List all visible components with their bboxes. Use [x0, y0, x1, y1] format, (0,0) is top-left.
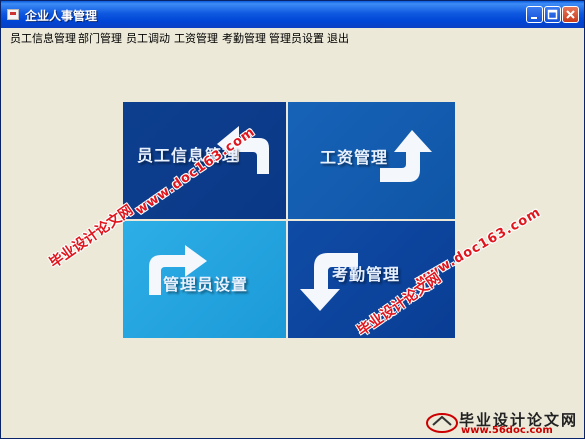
close-icon: [566, 10, 575, 19]
main-window: 企业人事管理 员工信息管理 部门管理 员工调动 工资管理 考勤管理 管理员设置 …: [0, 0, 585, 439]
app-icon[interactable]: [7, 9, 19, 20]
tile-label: 考勤管理: [332, 265, 401, 284]
menu-exit[interactable]: 退出: [327, 30, 349, 46]
tile-label: 工资管理: [320, 148, 389, 167]
window-title: 企业人事管理: [25, 9, 98, 23]
tile-label: 管理员设置: [163, 275, 249, 294]
corner-watermark-url: www.56doc.com: [461, 425, 553, 436]
menu-salary[interactable]: 工资管理: [174, 30, 218, 46]
tile-salary[interactable]: 工资管理: [288, 102, 455, 219]
menu-department[interactable]: 部门管理: [78, 30, 122, 46]
title-bar[interactable]: 企业人事管理: [1, 1, 584, 28]
menu-admin-settings[interactable]: 管理员设置: [269, 30, 324, 46]
maximize-icon: [547, 9, 558, 20]
menu-employee-transfer[interactable]: 员工调动: [126, 30, 170, 46]
minimize-icon: [531, 17, 537, 19]
menu-employee-info[interactable]: 员工信息管理: [10, 30, 76, 46]
logo-icon: [426, 413, 458, 433]
maximize-button[interactable]: [544, 6, 561, 23]
corner-watermark-logo: 毕业设计论文网 www.56doc.com: [423, 409, 583, 437]
close-button[interactable]: [562, 6, 579, 23]
menu-bar: 员工信息管理 部门管理 员工调动 工资管理 考勤管理 管理员设置 退出: [2, 28, 583, 46]
client-area: 员工信息管理 工资管理 管理员设置 考勤管理 www.doc163.com 毕业…: [3, 46, 583, 437]
tile-admin-settings[interactable]: 管理员设置: [123, 221, 286, 338]
menu-attendance[interactable]: 考勤管理: [222, 30, 266, 46]
minimize-button[interactable]: [526, 6, 543, 23]
